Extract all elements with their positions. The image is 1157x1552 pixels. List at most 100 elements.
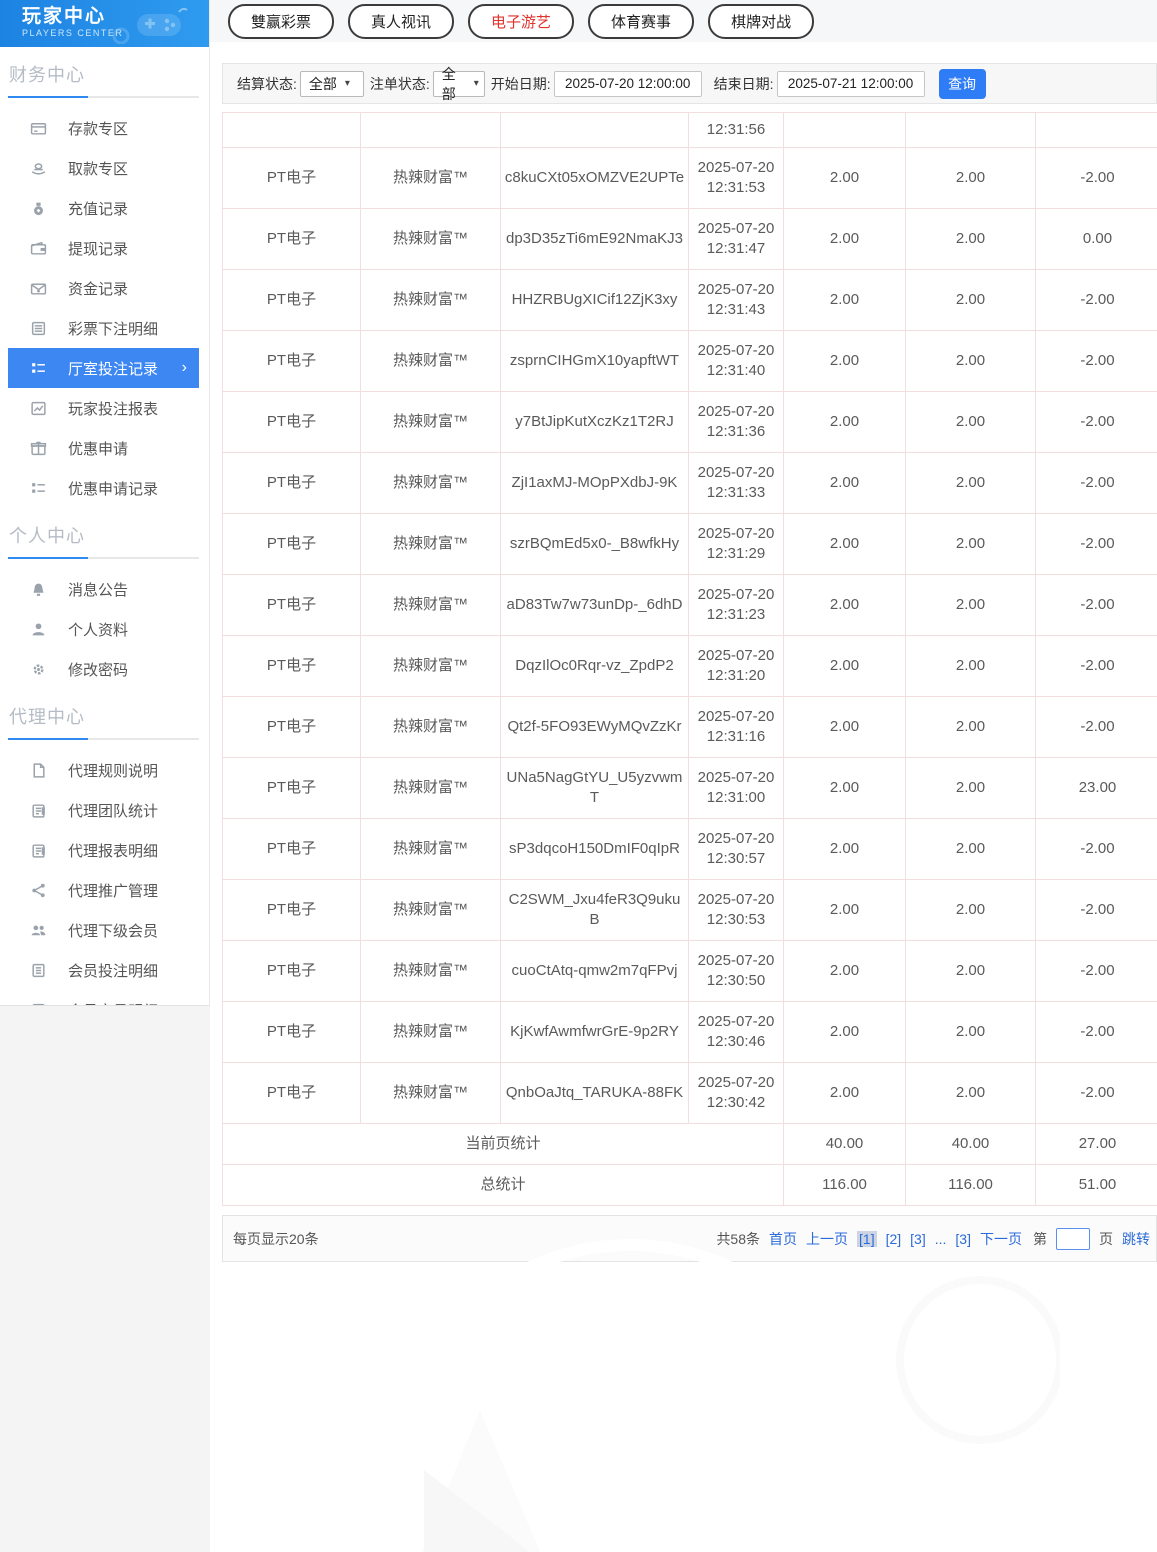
start-date-input[interactable] (554, 71, 702, 97)
table-row: PT电子热辣财富™Qt2f-5FO93EWyMQvZzKr2025-07-201… (223, 697, 1157, 758)
sidebar-item-label: 代理团队统计 (68, 800, 158, 821)
cell-game-name: 热辣财富™ (361, 331, 501, 392)
table-row: PT电子热辣财富™KjKwfAwmfwrGrE-9p2RY2025-07-201… (223, 1002, 1157, 1063)
cell-game-name: 热辣财富™ (361, 148, 501, 209)
sidebar-item-report-detail[interactable]: 代理报表明细 (8, 830, 199, 870)
end-date-label: 结束日期: (714, 74, 774, 94)
cell-game-type: PT电子 (223, 575, 361, 636)
jump-page-input[interactable] (1056, 1228, 1090, 1250)
cell-game-name: 热辣财富™ (361, 575, 501, 636)
cell-bet-amount: 2.00 (784, 1002, 906, 1063)
jump-prefix-label: 第 (1033, 1229, 1047, 1249)
sidebar-item-recharge-moneybag[interactable]: 充值记录 (8, 188, 199, 228)
cell-bet-amount: 2.00 (784, 514, 906, 575)
report-detail-icon (30, 842, 47, 859)
cell-win-loss: -2.00 (1036, 1063, 1157, 1124)
user-icon (30, 621, 47, 638)
cell-order-code: KjKwfAwmfwrGrE-9p2RY (501, 1002, 689, 1063)
category-tabbar: 雙赢彩票真人视讯电子游艺体育赛事棋牌对战 (210, 0, 1157, 42)
table-row: PT电子热辣财富™HHZRBUgXICif12ZjK3xy2025-07-201… (223, 270, 1157, 331)
sidebar-item-promo-records[interactable]: 优惠申请记录 (8, 468, 199, 508)
sidebar: 玩家中心 PLAYERS CENTER 财务中心存款专区取款专区充值记录提现记录… (0, 0, 210, 1006)
sidebar-item-team-stats[interactable]: 代理团队统计 (8, 790, 199, 830)
cell-game-type: PT电子 (223, 1002, 361, 1063)
sidebar-item-user[interactable]: 个人资料 (8, 609, 199, 649)
order-status-select[interactable]: 全部 ▾ (433, 71, 485, 97)
sidebar-item-bet-report-chart[interactable]: 玩家投注报表 (8, 388, 199, 428)
chevron-down-icon: ▾ (474, 78, 479, 89)
stats-row-current-page: 当前页统计40.0040.0027.00 (223, 1124, 1157, 1165)
cell-valid-amount: 2.00 (906, 697, 1036, 758)
page-link-3[interactable]: [1] (857, 1231, 877, 1247)
cell-bet-amount: 2.00 (784, 636, 906, 697)
page-link-2[interactable]: 上一页 (806, 1229, 848, 1249)
bet-date: 2025-07-20 (698, 769, 775, 786)
cell-game-type: PT电子 (223, 453, 361, 514)
settle-status-select[interactable]: 全部 ▾ (300, 71, 364, 97)
sidebar-item-label: 厅室投注记录 (68, 358, 158, 379)
cell-bet-time: 2025-07-2012:31:40 (689, 331, 784, 392)
cell-bet-time: 2025-07-2012:31:29 (689, 514, 784, 575)
cell-bet-amount: 2.00 (784, 880, 906, 941)
cell-game-name: 热辣财富™ (361, 697, 501, 758)
cell-game-name: 热辣财富™ (361, 880, 501, 941)
cell-game-name: 热辣财富™ (361, 392, 501, 453)
jump-button[interactable]: 跳转 (1122, 1229, 1150, 1249)
sidebar-item-members[interactable]: 代理下级会员 (8, 910, 199, 950)
hall-bet-records-icon (30, 360, 47, 377)
tab-2[interactable]: 真人视讯 (348, 4, 454, 39)
sidebar-item-member-bet-list[interactable]: 会员投注明细 (8, 950, 199, 990)
cell-game-type: PT电子 (223, 514, 361, 575)
tab-3[interactable]: 电子游艺 (468, 4, 574, 39)
sidebar-item-gear[interactable]: 修改密码 (8, 649, 199, 689)
table-row: PT电子热辣财富™szrBQmEd5x0-_B8wfkHy2025-07-201… (223, 514, 1157, 575)
cell-game-name: 热辣财富™ (361, 1002, 501, 1063)
bet-date: 2025-07-20 (698, 1013, 775, 1030)
sidebar-item-label: 存款专区 (68, 118, 128, 139)
bet-clock: 12:31:20 (707, 667, 765, 684)
sidebar-item-member-trade-list[interactable]: 会员交易明细 (8, 990, 199, 1006)
sidebar-item-doc[interactable]: 代理规则说明 (8, 750, 199, 790)
page-link-1[interactable]: 首页 (769, 1229, 797, 1249)
cell-order-code (501, 113, 689, 148)
end-date-input[interactable] (777, 71, 925, 97)
members-icon (30, 922, 47, 939)
cell-valid-amount: 2.00 (906, 270, 1036, 331)
sidebar-item-promo-apply[interactable]: 优惠申请 (8, 428, 199, 468)
cell-win-loss: 23.00 (1036, 758, 1157, 819)
cell-win-loss: -2.00 (1036, 880, 1157, 941)
sidebar-item-deposit-card[interactable]: 存款专区 (8, 108, 199, 148)
cell-bet-amount (784, 113, 906, 148)
cell-valid-amount: 2.00 (906, 636, 1036, 697)
sidebar-item-withdraw-hand[interactable]: 取款专区 (8, 148, 199, 188)
cell-bet-amount: 2.00 (784, 209, 906, 270)
tab-5[interactable]: 棋牌对战 (708, 4, 814, 39)
page-link-7[interactable]: [3] (955, 1231, 971, 1247)
cell-bet-amount: 2.00 (784, 1063, 906, 1124)
order-status-value: 全部 (442, 64, 466, 104)
page-link-4[interactable]: [2] (886, 1231, 902, 1247)
sidebar-item-bell[interactable]: 消息公告 (8, 569, 199, 609)
page-link-5[interactable]: [3] (910, 1231, 926, 1247)
bet-date: 2025-07-20 (698, 281, 775, 298)
sidebar-item-withdrawal-wallet[interactable]: 提现记录 (8, 228, 199, 268)
sidebar-item-lottery-bet-list[interactable]: 彩票下注明细 (8, 308, 199, 348)
bet-date: 2025-07-20 (698, 403, 775, 420)
bet-report-chart-icon (30, 400, 47, 417)
sidebar-item-share[interactable]: 代理推广管理 (8, 870, 199, 910)
cell-order-code: Qt2f-5FO93EWyMQvZzKr (501, 697, 689, 758)
tab-1[interactable]: 雙赢彩票 (228, 4, 334, 39)
cell-order-code: UNa5NagGtYU_U5yzvwmT (501, 758, 689, 819)
section-divider (8, 738, 199, 740)
cell-bet-time: 2025-07-2012:31:23 (689, 575, 784, 636)
sidebar-item-funds-record[interactable]: 资金记录 (8, 268, 199, 308)
tab-4[interactable]: 体育赛事 (588, 4, 694, 39)
cell-valid-amount: 2.00 (906, 331, 1036, 392)
sidebar-item-hall-bet-records[interactable]: 厅室投注记录› (8, 348, 199, 388)
sidebar-item-label: 会员投注明细 (68, 960, 158, 981)
settle-status-label: 结算状态: (237, 74, 297, 94)
page-link-8[interactable]: 下一页 (980, 1229, 1022, 1249)
search-button[interactable]: 查询 (939, 69, 986, 99)
bet-date: 2025-07-20 (698, 342, 775, 359)
page-link-6[interactable]: ... (935, 1231, 947, 1247)
